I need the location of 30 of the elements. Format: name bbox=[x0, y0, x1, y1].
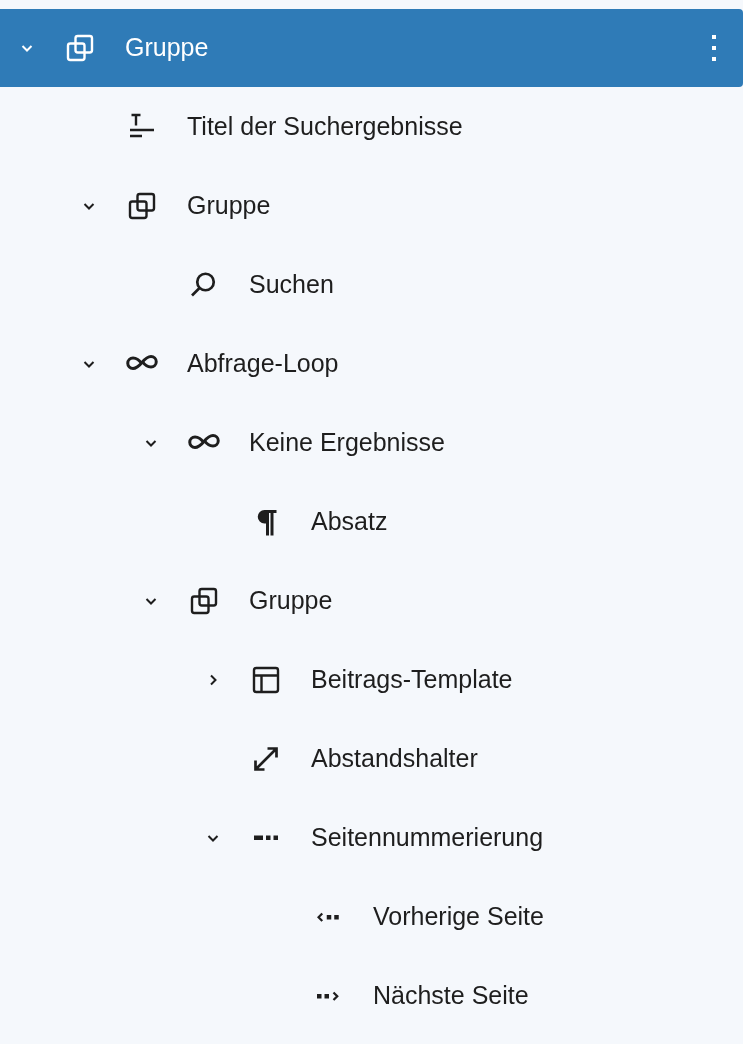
tree-item[interactable]: Vorherige Seite bbox=[0, 878, 743, 956]
dots-icon bbox=[254, 834, 278, 842]
tree-item[interactable]: Gruppe bbox=[0, 9, 743, 87]
tree-item[interactable]: Suchen bbox=[0, 246, 743, 324]
tree-item[interactable]: Titel der Suchergebnisse bbox=[0, 88, 743, 166]
item-label: Nächste Seite bbox=[373, 980, 529, 1012]
item-label: Absatz bbox=[311, 506, 388, 538]
item-label: Seitennummerierung bbox=[311, 822, 544, 854]
tree-item[interactable]: Absatz bbox=[0, 483, 743, 561]
tree-item[interactable]: Abstandshalter bbox=[0, 720, 743, 798]
item-label: Vorherige Seite bbox=[373, 901, 544, 933]
item-label: Titel der Suchergebnisse bbox=[187, 111, 463, 143]
tree-item[interactable]: Gruppe bbox=[0, 562, 743, 640]
item-label: Gruppe bbox=[249, 585, 333, 617]
item-label: Gruppe bbox=[187, 190, 271, 222]
item-label: Keine Ergebnisse bbox=[249, 427, 445, 459]
tree-item[interactable]: Beitrags-Template bbox=[0, 641, 743, 719]
item-label: Abstandshalter bbox=[311, 743, 478, 775]
right-dots-icon bbox=[316, 990, 340, 1002]
tree-item[interactable]: Abfrage-Loop bbox=[0, 325, 743, 403]
tree-item[interactable]: Nächste Seite bbox=[0, 957, 743, 1035]
tree-item[interactable]: Gruppe bbox=[0, 167, 743, 245]
more-options-icon[interactable] bbox=[711, 33, 717, 63]
item-label: Gruppe bbox=[125, 32, 209, 64]
item-label: Suchen bbox=[249, 269, 334, 301]
item-label: Beitrags-Template bbox=[311, 664, 513, 696]
left-dots-icon bbox=[316, 911, 340, 923]
tree-item[interactable]: Keine Ergebnisse bbox=[0, 404, 743, 482]
item-label: Abfrage-Loop bbox=[187, 348, 339, 380]
tree-item[interactable]: Seitennummerierung bbox=[0, 799, 743, 877]
